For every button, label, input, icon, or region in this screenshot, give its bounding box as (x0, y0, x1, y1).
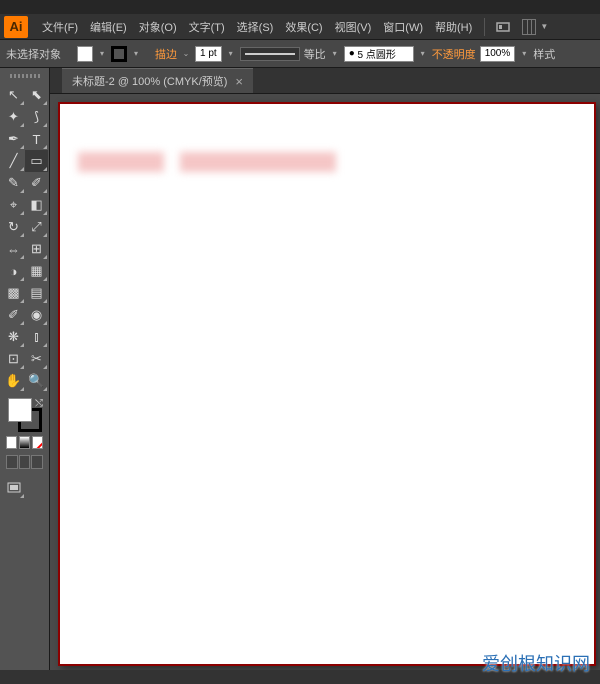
document-tab-title: 未标题-2 @ 100% (CMYK/预览) (72, 73, 227, 89)
canvas-viewport[interactable] (50, 94, 600, 670)
brush-definition[interactable]: ● 5 点圆形 (344, 46, 414, 62)
artboard[interactable] (58, 102, 596, 666)
stroke-weight-input[interactable]: 1 pt (195, 46, 222, 62)
stroke-label[interactable]: 描边 (155, 46, 177, 62)
artboard-tool[interactable]: ⊡ (2, 348, 25, 370)
blob-brush-tool[interactable]: ⌖ (2, 194, 25, 216)
menu-help[interactable]: 帮助(H) (429, 19, 478, 35)
fill-stroke-control[interactable]: ⤭ (2, 398, 47, 434)
menu-bar: Ai 文件(F) 编辑(E) 对象(O) 文字(T) 选择(S) 效果(C) 视… (0, 14, 600, 40)
stroke-weight-dropdown[interactable]: ▾ (226, 46, 236, 62)
graph-tool[interactable]: ⫾ (25, 326, 48, 348)
arrange-dropdown[interactable]: ▼ (539, 19, 549, 35)
eraser-tool[interactable]: ◧ (25, 194, 48, 216)
magic-wand-tool[interactable]: ✦ (2, 106, 25, 128)
blend-tool[interactable]: ◉ (25, 304, 48, 326)
pen-tool[interactable]: ✒ (2, 128, 25, 150)
rectangle-tool[interactable]: ▭ (25, 150, 48, 172)
workspace: ↖⬉✦⟆✒T╱▭✎✐⌖◧↻⤢⇔⊞◑▦▩▤✐◉❋⫾⊡✂✋🔍 ⤭ (0, 68, 600, 670)
draw-normal[interactable] (6, 455, 18, 469)
paintbrush-tool[interactable]: ✎ (2, 172, 25, 194)
direct-selection-tool[interactable]: ⬉ (25, 84, 48, 106)
type-tool[interactable]: T (25, 128, 48, 150)
color-mode-solid[interactable] (6, 436, 17, 449)
opacity-label[interactable]: 不透明度 (432, 46, 476, 62)
stroke-profile-preview[interactable] (240, 47, 300, 61)
options-bar: 未选择对象 ▾ ▾ 描边 ⌄ 1 pt ▾ 等比 ▾ ● 5 点圆形 ▾ 不透明… (0, 40, 600, 68)
menu-file[interactable]: 文件(F) (36, 19, 84, 35)
menu-select[interactable]: 选择(S) (231, 19, 280, 35)
rotate-tool[interactable]: ↻ (2, 216, 25, 238)
document-tabs: 未标题-2 @ 100% (CMYK/预览) × (50, 68, 600, 94)
tool-panel-grip[interactable] (2, 72, 47, 80)
bridge-icon[interactable] (494, 18, 512, 36)
stroke-dropdown[interactable]: ▾ (131, 46, 141, 62)
canvas-area: 未标题-2 @ 100% (CMYK/预览) × (50, 68, 600, 670)
document-tab[interactable]: 未标题-2 @ 100% (CMYK/预览) × (62, 68, 253, 93)
menu-object[interactable]: 对象(O) (133, 19, 183, 35)
symbol-sprayer-tool[interactable]: ❋ (2, 326, 25, 348)
hand-tool[interactable]: ✋ (2, 370, 25, 392)
width-tool[interactable]: ⇔ (2, 238, 25, 260)
app-logo: Ai (4, 16, 28, 38)
color-mode-gradient[interactable] (19, 436, 30, 449)
free-transform-tool[interactable]: ⊞ (25, 238, 48, 260)
mesh-tool[interactable]: ▩ (2, 282, 25, 304)
profile-dropdown[interactable]: ▾ (330, 46, 340, 62)
perspective-tool[interactable]: ▦ (25, 260, 48, 282)
tool-panel: ↖⬉✦⟆✒T╱▭✎✐⌖◧↻⤢⇔⊞◑▦▩▤✐◉❋⫾⊡✂✋🔍 ⤭ (0, 68, 50, 670)
menu-edit[interactable]: 编辑(E) (84, 19, 133, 35)
color-mode-none[interactable] (32, 436, 43, 449)
opacity-input[interactable]: 100% (480, 46, 516, 62)
watermark: 爱创根知识网 (482, 650, 590, 676)
menu-window[interactable]: 窗口(W) (377, 19, 429, 35)
menu-view[interactable]: 视图(V) (329, 19, 378, 35)
gradient-tool[interactable]: ▤ (25, 282, 48, 304)
opacity-dropdown[interactable]: ▾ (519, 46, 529, 62)
selection-tool[interactable]: ↖ (2, 84, 25, 106)
profile-label: 等比 (304, 46, 326, 62)
eyedropper-tool[interactable]: ✐ (2, 304, 25, 326)
scale-tool[interactable]: ⤢ (25, 216, 48, 238)
stroke-swatch[interactable] (111, 46, 127, 62)
fill-swatch[interactable] (77, 46, 93, 62)
arrange-docs-icon[interactable] (518, 18, 536, 36)
draw-behind[interactable] (19, 455, 31, 469)
pencil-tool[interactable]: ✐ (25, 172, 48, 194)
shape-builder-tool[interactable]: ◑ (2, 260, 25, 282)
selection-status: 未选择对象 (6, 46, 61, 62)
close-icon[interactable]: × (235, 74, 243, 89)
title-bar (0, 0, 600, 14)
lasso-tool[interactable]: ⟆ (25, 106, 48, 128)
draw-inside[interactable] (31, 455, 43, 469)
menu-divider (484, 18, 485, 36)
fill-dropdown[interactable]: ▾ (97, 46, 107, 62)
redacted-content (180, 152, 336, 172)
style-label: 样式 (533, 46, 555, 62)
screen-mode[interactable] (2, 477, 25, 499)
menu-type[interactable]: 文字(T) (183, 19, 231, 35)
menu-effect[interactable]: 效果(C) (279, 19, 328, 35)
stroke-panel-dropdown[interactable]: ⌄ (181, 46, 191, 62)
slice-tool[interactable]: ✂ (25, 348, 48, 370)
zoom-tool[interactable]: 🔍 (25, 370, 48, 392)
line-tool[interactable]: ╱ (2, 150, 25, 172)
fill-color[interactable] (8, 398, 32, 422)
redacted-content (78, 152, 164, 172)
brush-dropdown[interactable]: ▾ (418, 46, 428, 62)
